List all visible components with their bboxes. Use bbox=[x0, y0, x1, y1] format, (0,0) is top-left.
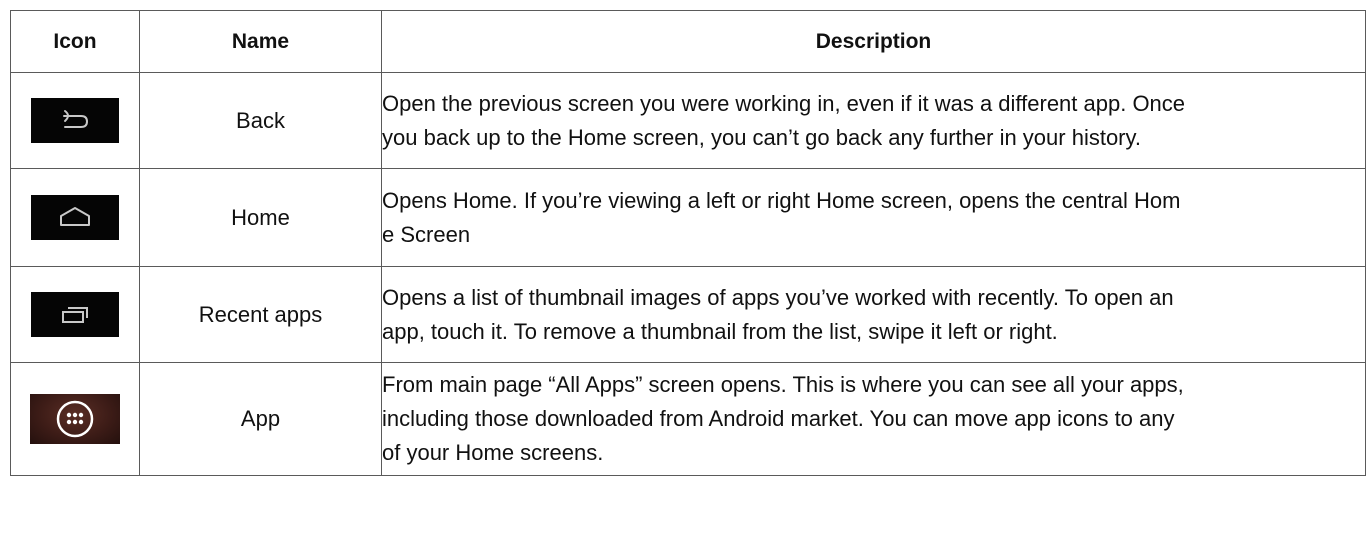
header-name: Name bbox=[139, 10, 382, 73]
description-cell: Opens a list of thumbnail images of apps… bbox=[381, 266, 1366, 363]
name-cell: Back bbox=[139, 72, 382, 169]
table-row-home: Home Opens Home. If you’re viewing a lef… bbox=[10, 168, 1366, 267]
description-cell: From main page “All Apps” screen opens. … bbox=[381, 362, 1366, 476]
header-description: Description bbox=[381, 10, 1366, 73]
description-line: of your Home screens. bbox=[382, 440, 604, 465]
all-apps-icon bbox=[30, 394, 120, 444]
name-cell: Home bbox=[139, 168, 382, 267]
table-row-back: Back Open the previous screen you were w… bbox=[10, 72, 1366, 169]
description-line: you back up to the Home screen, you can’… bbox=[382, 124, 1142, 150]
icon-cell bbox=[10, 266, 140, 363]
description-line: Opens Home. If you’re viewing a left or … bbox=[382, 187, 1181, 213]
description-line: app, touch it. To remove a thumbnail fro… bbox=[382, 318, 1058, 344]
description-line: Open the previous screen you were workin… bbox=[382, 90, 1186, 116]
table-header-row: Icon Name Description bbox=[10, 10, 1366, 73]
back-arrow-icon bbox=[31, 98, 119, 143]
navigation-buttons-table: Icon Name Description Back Open the prev… bbox=[10, 10, 1366, 476]
name-cell: Recent apps bbox=[139, 266, 382, 363]
table-row-recent-apps: Recent apps Opens a list of thumbnail im… bbox=[10, 266, 1366, 363]
icon-cell bbox=[10, 168, 140, 267]
recent-apps-icon bbox=[31, 292, 119, 337]
description-line: including those downloaded from Android … bbox=[382, 406, 1175, 431]
icon-cell bbox=[10, 72, 140, 169]
header-icon: Icon bbox=[10, 10, 140, 73]
description-cell: Open the previous screen you were workin… bbox=[381, 72, 1366, 169]
description-line: Opens a list of thumbnail images of apps… bbox=[382, 284, 1174, 310]
description-cell: Opens Home. If you’re viewing a left or … bbox=[381, 168, 1366, 267]
name-cell: App bbox=[139, 362, 382, 476]
description-line: e Screen bbox=[382, 221, 471, 247]
home-icon bbox=[31, 195, 119, 240]
description-line: From main page “All Apps” screen opens. … bbox=[382, 372, 1184, 397]
table-row-app: App From main page “All Apps” screen ope… bbox=[10, 362, 1366, 476]
icon-cell bbox=[10, 362, 140, 476]
